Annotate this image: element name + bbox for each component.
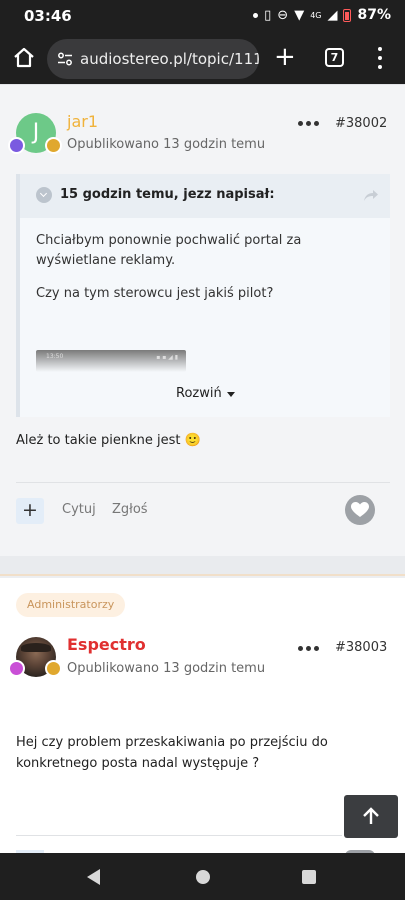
rank-badge-icon — [8, 660, 25, 677]
new-tab-button[interactable]: + — [274, 44, 296, 70]
quote-citation: 15 godzin temu, jezz napisał: — [60, 187, 275, 202]
chevron-down-icon[interactable] — [36, 187, 52, 203]
tab-switcher-button[interactable]: 7 — [325, 48, 344, 67]
post-number[interactable]: #38002 — [335, 116, 387, 131]
url-text: audiostereo.pl/topic/111 — [80, 50, 259, 68]
system-nav-bar — [0, 853, 405, 900]
battery-icon — [343, 8, 352, 22]
signal-icon: ◢ — [327, 7, 338, 23]
recents-icon[interactable] — [302, 870, 316, 884]
post-separator — [0, 556, 405, 576]
post-body: Hej czy problem przeskakiwania po przejś… — [16, 735, 328, 771]
heart-icon[interactable] — [345, 495, 375, 525]
scroll-to-top-button[interactable] — [344, 795, 398, 838]
post-38002: J jar1 Opublikowano 13 godzin temu #3800… — [0, 84, 405, 556]
status-bar: 03:46 ▯ ⊖ ▼ 4G ◢ 87% — [0, 0, 405, 34]
caret-down-icon[interactable] — [227, 392, 235, 397]
home-circle-icon[interactable] — [196, 870, 210, 884]
battery-level: 87% — [357, 7, 391, 23]
divider — [16, 835, 342, 836]
role-badge: Administratorzy — [16, 593, 126, 617]
post-timestamp[interactable]: Opublikowano 13 godzin temu — [67, 137, 265, 152]
more-horiz-icon[interactable] — [298, 646, 319, 651]
rank-badge-icon — [8, 137, 25, 154]
screenshot-status-icons: ▪ ▪ ◢ ▮ — [156, 354, 178, 361]
network-type: 4G — [310, 10, 322, 20]
post-number[interactable]: #38003 — [335, 640, 387, 655]
report-button[interactable]: Zgłoś — [112, 502, 148, 517]
browser-toolbar: audiostereo.pl/topic/111 + 7 — [0, 34, 405, 84]
address-bar[interactable]: audiostereo.pl/topic/111 — [47, 39, 259, 79]
back-icon[interactable] — [87, 869, 100, 885]
screenshot-time: 13:50 — [46, 353, 64, 360]
notification-dot-icon — [253, 12, 259, 18]
more-horiz-icon[interactable] — [298, 121, 319, 126]
more-vert-icon[interactable] — [377, 47, 383, 69]
status-icons: ▯ ⊖ ▼ 4G ◢ 87% — [253, 7, 391, 23]
author-name[interactable]: jar1 — [67, 112, 98, 131]
share-icon[interactable] — [362, 186, 380, 204]
quote-paragraph: Czy na tym sterowcu jest jakiś pilot? — [36, 286, 274, 301]
arrow-up-icon — [363, 807, 379, 824]
site-settings-icon[interactable] — [57, 51, 73, 67]
divider — [16, 482, 390, 483]
gear-badge-icon — [45, 137, 62, 154]
wifi-icon: ▼ — [294, 7, 305, 23]
quote-paragraph: Chciałbym ponownie pochwalić portal za w… — [36, 233, 302, 268]
expand-button[interactable]: Rozwiń — [176, 386, 222, 401]
multiquote-button[interactable]: + — [16, 498, 44, 524]
status-time: 03:46 — [24, 7, 72, 25]
quote-block: 15 godzin temu, jezz napisał: Chciałbym … — [16, 174, 390, 417]
post-38003: Administratorzy Espectro Opublikowano 13… — [0, 578, 405, 856]
post-body: Ależ to takie pienkne jest 🙂 — [16, 433, 201, 448]
gear-badge-icon — [45, 660, 62, 677]
vibrate-icon: ▯ — [264, 7, 272, 23]
quoted-screenshot-image[interactable]: 13:50 ▪ ▪ ◢ ▮ — [36, 350, 186, 372]
author-name[interactable]: Espectro — [67, 635, 146, 654]
quote-header[interactable]: 15 godzin temu, jezz napisał: — [20, 174, 390, 218]
post-timestamp[interactable]: Opublikowano 13 godzin temu — [67, 661, 265, 676]
home-icon[interactable] — [12, 46, 36, 70]
quote-button[interactable]: Cytuj — [62, 502, 96, 517]
dnd-icon: ⊖ — [277, 7, 289, 23]
